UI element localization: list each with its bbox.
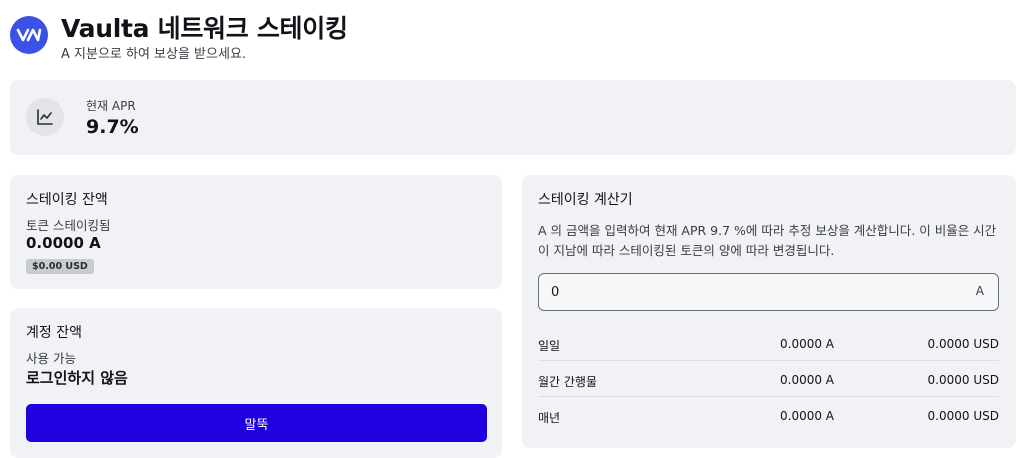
amount-unit: A bbox=[975, 284, 984, 298]
reward-period: 매년 bbox=[538, 411, 561, 425]
reward-row-monthly: 월간 간행물 0.0000 A 0.0000 USD bbox=[538, 361, 999, 397]
calculator-title: 스테이킹 계산기 bbox=[538, 192, 633, 208]
reward-row-yearly: 매년 0.0000 A 0.0000 USD bbox=[538, 397, 999, 433]
reward-period: 월간 간행물 bbox=[538, 375, 598, 389]
line-chart-icon bbox=[26, 98, 64, 136]
calculator-description: A 의 금액을 입력하여 현재 APR 9.7 %에 따라 추정 보상을 계산합… bbox=[538, 223, 997, 258]
reward-usd-amount: 0.0000 USD bbox=[927, 337, 999, 351]
apr-card: 현재 APR 9.7% bbox=[10, 80, 1016, 155]
reward-row-daily: 일일 0.0000 A 0.0000 USD bbox=[538, 325, 999, 361]
page-title: Vaulta 네트워크 스테이킹 bbox=[61, 14, 348, 43]
apr-label: 현재 APR bbox=[86, 99, 136, 113]
available-label: 사용 가능 bbox=[26, 351, 76, 366]
staking-balance-card: 스테이킹 잔액 토큰 스테이킹됨 0.0000 A $0.00 USD bbox=[10, 175, 502, 289]
stake-button[interactable]: 말뚝 bbox=[26, 404, 487, 442]
account-balance-card: 계정 잔액 사용 가능 로그인하지 않음 말뚝 bbox=[10, 308, 502, 458]
staked-tokens-value: 0.0000 A bbox=[26, 234, 101, 252]
account-balance-title: 계정 잔액 bbox=[26, 325, 82, 341]
reward-token-amount: 0.0000 A bbox=[780, 373, 835, 387]
reward-period: 일일 bbox=[538, 339, 561, 353]
staking-calculator-card: 스테이킹 계산기 A 의 금액을 입력하여 현재 APR 9.7 %에 따라 추… bbox=[522, 175, 1016, 448]
apr-value: 9.7% bbox=[86, 116, 139, 138]
page-subtitle: A 지분으로 하여 보상을 받으세요. bbox=[61, 47, 247, 62]
reward-token-amount: 0.0000 A bbox=[780, 337, 835, 351]
login-status: 로그인하지 않음 bbox=[26, 369, 128, 387]
amount-field[interactable]: A bbox=[538, 273, 999, 311]
amount-input[interactable] bbox=[551, 274, 931, 310]
reward-estimates: 일일 0.0000 A 0.0000 USD 월간 간행물 0.0000 A 0… bbox=[538, 325, 999, 433]
reward-token-amount: 0.0000 A bbox=[780, 409, 835, 423]
staked-tokens-label: 토큰 스테이킹됨 bbox=[26, 218, 111, 233]
staking-balance-title: 스테이킹 잔액 bbox=[26, 192, 108, 208]
vaulta-logo-icon bbox=[10, 16, 48, 54]
reward-usd-amount: 0.0000 USD bbox=[927, 373, 999, 387]
usd-value-badge: $0.00 USD bbox=[26, 259, 94, 274]
reward-usd-amount: 0.0000 USD bbox=[927, 409, 999, 423]
